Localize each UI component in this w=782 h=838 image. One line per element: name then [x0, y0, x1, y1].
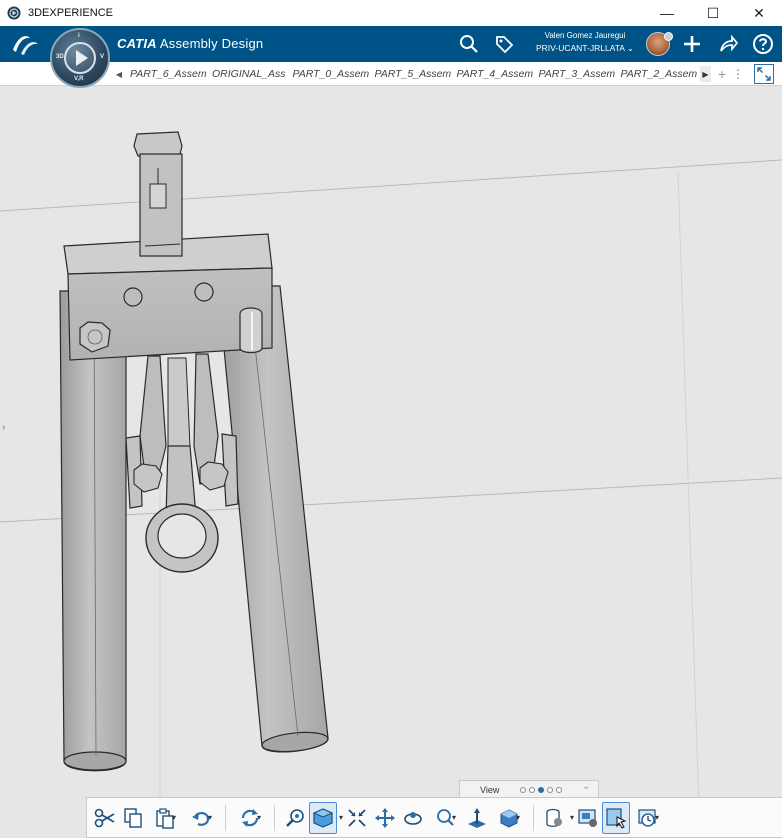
action-bar: ▾ ▾ ▾ ▾ ▾ ▾ ▾ ▾ [86, 797, 782, 838]
play-icon [76, 50, 88, 66]
normal-view-icon[interactable] [463, 802, 491, 834]
app-header: CATIA Assembly Design Valen Gomez Jaureg… [0, 26, 782, 62]
copy-icon[interactable] [119, 802, 147, 834]
app-brand: CATIA [117, 36, 157, 51]
tab-scroll-left-icon[interactable]: ◀ [113, 66, 125, 82]
clash-icon[interactable] [540, 802, 568, 834]
chevron-down-icon[interactable]: ▾ [452, 813, 456, 822]
assembly-model [0, 131, 782, 838]
tab-scroll-right-icon[interactable]: ▶ [700, 66, 711, 82]
add-icon[interactable] [680, 32, 704, 56]
user-menu[interactable]: Valen Gomez Jauregui PRIV-UCANT-JRLLATA … [530, 30, 640, 55]
window-title: 3DEXPERIENCE [28, 7, 113, 19]
undo-icon[interactable]: ▾ [183, 802, 219, 834]
chevron-down-icon[interactable]: ▾ [516, 813, 520, 822]
user-name: Valen Gomez Jauregui [544, 31, 626, 40]
pan-icon[interactable] [371, 802, 399, 834]
section-dot[interactable] [520, 786, 526, 793]
section-dot[interactable] [556, 786, 562, 793]
maximize-button[interactable]: ☐ [690, 0, 736, 26]
right-tube [217, 285, 329, 753]
tab-part-0[interactable]: PART_0_Assem [291, 62, 373, 86]
view-section-tab[interactable]: View [459, 780, 599, 798]
app-name: Assembly Design [159, 36, 264, 51]
share-icon[interactable] [716, 32, 740, 56]
section-dots [520, 786, 562, 793]
minimize-button[interactable]: — [644, 0, 690, 26]
tab-part-5[interactable]: PART_5_Assem [373, 62, 455, 86]
document-tabbar: ◀ PART_6_Assem ORIGINAL_Ass PART_0_Assem… [0, 62, 782, 86]
capture-icon[interactable]: ▾ [630, 802, 666, 834]
tab-part-3[interactable]: PART_3_Assem [537, 62, 619, 86]
center-bolt [133, 131, 183, 257]
tab-part-6[interactable]: PART_6_Assem [128, 62, 210, 86]
close-button[interactable]: ✕ [736, 0, 782, 26]
status-badge [664, 32, 673, 41]
chevron-down-icon: ⌄ [626, 43, 634, 53]
update-icon[interactable]: ▾ [232, 802, 268, 834]
fullscreen-icon[interactable] [754, 64, 774, 84]
compass-label-top: i [78, 33, 80, 39]
compass-label-left: 3D [56, 54, 64, 60]
product-structure-icon[interactable] [574, 802, 602, 834]
chevron-down-icon[interactable]: ▾ [172, 813, 176, 822]
cut-icon[interactable] [91, 802, 119, 834]
dassault-logo-icon[interactable] [10, 30, 40, 58]
section-dot[interactable] [529, 786, 535, 793]
tab-list: PART_6_Assem ORIGINAL_Ass PART_0_Assem P… [128, 62, 698, 86]
rotate-icon[interactable] [399, 802, 427, 834]
left-tube [59, 290, 127, 772]
add-tab-button[interactable]: + [716, 64, 728, 84]
paste-icon[interactable]: ▾ [147, 802, 183, 834]
tag-icon[interactable] [492, 32, 516, 56]
view-tab-label: View [480, 784, 500, 795]
search-icon[interactable] [457, 32, 481, 56]
compass-label-bottom: V,R [74, 76, 84, 82]
view-mode-cube-icon[interactable] [309, 801, 337, 834]
section-dot[interactable] [547, 786, 553, 793]
select-icon[interactable] [602, 801, 631, 834]
tab-part-4[interactable]: PART_4_Assem [455, 62, 537, 86]
app-title: CATIA Assembly Design [117, 36, 263, 51]
zoom-icon[interactable] [281, 802, 309, 834]
puller-arms [125, 353, 239, 573]
fit-all-icon[interactable] [343, 802, 371, 834]
chevron-down-icon[interactable]: ⌄ [582, 781, 598, 795]
zoom-in-out-icon[interactable]: ▾ [427, 802, 463, 834]
chevron-down-icon[interactable]: ▾ [208, 813, 212, 822]
chevron-down-icon[interactable]: ▾ [257, 813, 261, 822]
tab-original[interactable]: ORIGINAL_Ass [210, 62, 291, 86]
window-titlebar: 3DEXPERIENCE — ☐ ✕ [0, 0, 782, 26]
help-icon[interactable] [751, 32, 775, 56]
compass-widget[interactable]: i 3D V V,R [50, 28, 110, 88]
chevron-down-icon[interactable]: ▾ [655, 813, 659, 822]
tab-part-2[interactable]: PART_2_Assem [619, 62, 698, 86]
compass-label-right: V [100, 54, 105, 60]
section-dot-active[interactable] [538, 786, 544, 793]
more-tabs-button[interactable]: ⋮ [732, 64, 744, 84]
render-style-icon[interactable]: ▾ [491, 802, 527, 834]
3d-viewport[interactable]: › [0, 86, 782, 838]
side-panel-toggle-icon[interactable]: › [2, 422, 12, 438]
tenant-label: PRIV-UCANT-JRLLATA ⌄ [536, 43, 634, 53]
app-logo-icon [6, 5, 22, 21]
